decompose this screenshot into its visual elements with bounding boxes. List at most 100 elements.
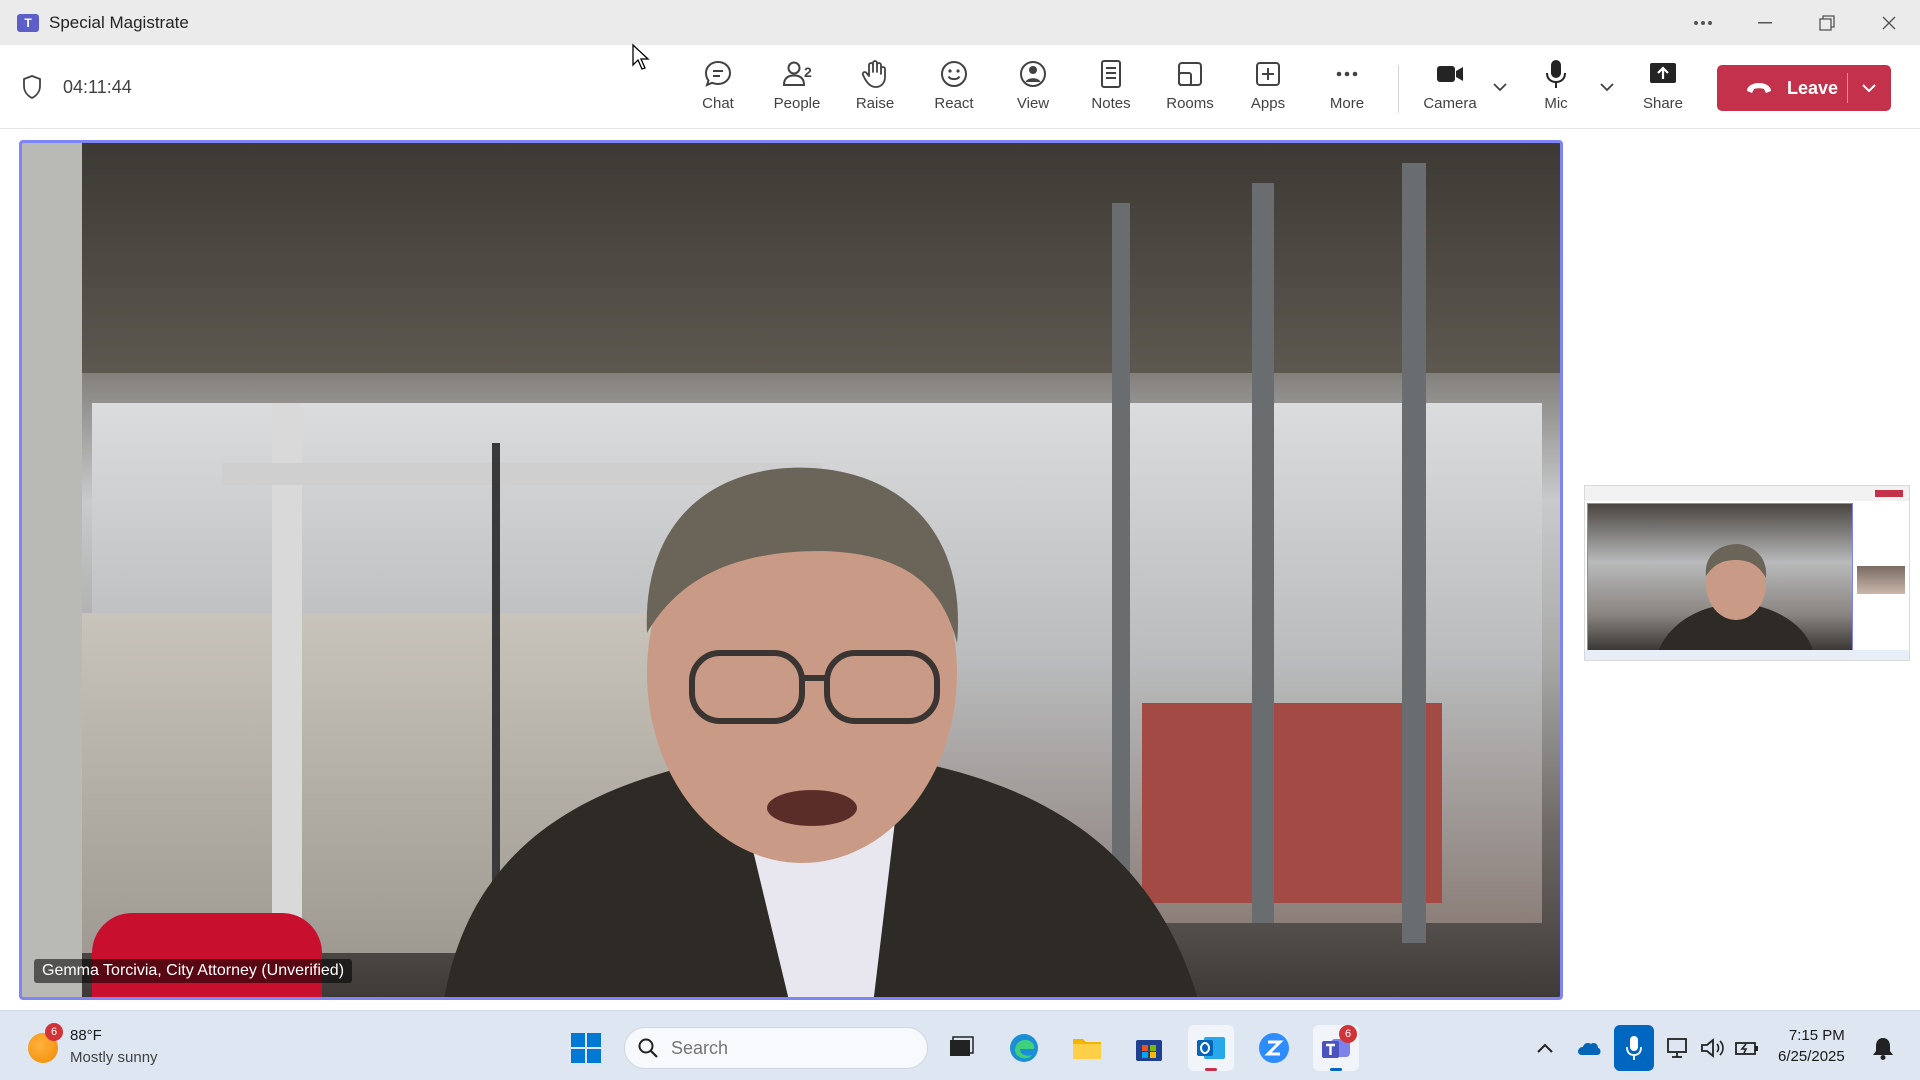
mic-label: Mic bbox=[1544, 95, 1568, 112]
preview-leave-indicator bbox=[1875, 490, 1903, 497]
network-button[interactable] bbox=[1666, 1035, 1692, 1061]
window-controls bbox=[1672, 0, 1920, 45]
more-icon bbox=[1336, 71, 1358, 77]
meeting-toolbar: 04:11:44 Chat 2 People Raise React View … bbox=[0, 45, 1920, 129]
video-concrete-column bbox=[22, 143, 82, 997]
clock-date: 6/25/2025 bbox=[1778, 1048, 1845, 1065]
restore-icon bbox=[1819, 14, 1835, 31]
mic-icon bbox=[1546, 60, 1566, 88]
network-monitor-icon bbox=[1667, 1038, 1687, 1058]
task-view-icon bbox=[950, 1036, 974, 1056]
taskbar-search-box[interactable] bbox=[624, 1027, 928, 1069]
task-view-button[interactable] bbox=[938, 1025, 984, 1071]
battery-charging-icon bbox=[1735, 1042, 1758, 1055]
teams-notification-badge: 6 bbox=[1339, 1025, 1357, 1043]
raise-hand-button[interactable]: Raise bbox=[839, 57, 911, 121]
weather-temperature[interactable]: 88°F bbox=[70, 1027, 102, 1044]
file-explorer-icon bbox=[1073, 1039, 1101, 1059]
minimize-icon bbox=[1758, 21, 1772, 23]
react-label: React bbox=[934, 95, 974, 112]
microphone-tray-icon bbox=[1626, 1036, 1642, 1060]
people-count: 2 bbox=[804, 64, 812, 80]
preview-toolbar bbox=[1585, 486, 1909, 501]
chat-icon bbox=[704, 60, 732, 87]
chat-button[interactable]: Chat bbox=[682, 57, 754, 121]
apps-button[interactable]: Apps bbox=[1232, 57, 1304, 121]
share-button[interactable]: Share bbox=[1627, 57, 1699, 121]
windows-taskbar: 6 88°F Mostly sunny 6 bbox=[0, 1010, 1920, 1080]
main-video-tile[interactable]: Gemma Torcivia, City Attorney (Unverifie… bbox=[19, 140, 1563, 1000]
more-label: More bbox=[1329, 95, 1365, 112]
battery-button[interactable] bbox=[1734, 1035, 1760, 1061]
shield-icon bbox=[23, 75, 41, 99]
video-red-chair bbox=[92, 913, 322, 997]
ellipsis-icon bbox=[1694, 20, 1712, 25]
mic-options-chevron-icon[interactable] bbox=[1597, 77, 1617, 97]
microphone-in-use-button[interactable] bbox=[1614, 1025, 1654, 1071]
leave-options-chevron-icon[interactable] bbox=[1859, 78, 1879, 98]
mic-button[interactable]: Mic bbox=[1520, 57, 1592, 121]
taskbar-search-input[interactable] bbox=[671, 1037, 891, 1059]
more-options-button[interactable] bbox=[1672, 0, 1734, 45]
react-icon bbox=[941, 61, 967, 87]
zoom-icon bbox=[1259, 1033, 1289, 1063]
rooms-button[interactable]: Rooms bbox=[1154, 57, 1226, 121]
notes-label: Notes bbox=[1091, 95, 1131, 112]
windows-start-icon[interactable] bbox=[570, 1032, 602, 1064]
hang-up-icon bbox=[1747, 83, 1771, 93]
more-button[interactable]: More bbox=[1311, 57, 1383, 121]
search-icon bbox=[638, 1038, 658, 1058]
close-button[interactable] bbox=[1858, 0, 1920, 45]
view-button[interactable]: View bbox=[997, 57, 1069, 121]
leave-button[interactable]: Leave bbox=[1717, 65, 1891, 111]
clock-time: 7:15 PM bbox=[1788, 1027, 1845, 1044]
store-button[interactable] bbox=[1126, 1025, 1172, 1071]
title-bar: T Special Magistrate bbox=[0, 0, 1920, 45]
teams-logo-icon: T bbox=[17, 13, 39, 32]
restore-button[interactable] bbox=[1796, 0, 1858, 45]
leave-separator bbox=[1847, 73, 1848, 103]
store-icon bbox=[1136, 1040, 1162, 1061]
preview-participant-figure bbox=[1658, 544, 1813, 652]
volume-button[interactable] bbox=[1700, 1035, 1726, 1061]
outlook-button[interactable] bbox=[1188, 1025, 1234, 1071]
apps-label: Apps bbox=[1250, 95, 1286, 112]
raise-label: Raise bbox=[855, 95, 895, 112]
view-label: View bbox=[1016, 95, 1050, 112]
speaker-icon bbox=[1701, 1038, 1724, 1058]
notification-bell-icon[interactable] bbox=[1870, 1035, 1896, 1061]
camera-options-chevron-icon[interactable] bbox=[1490, 77, 1510, 97]
edge-icon bbox=[1010, 1034, 1038, 1062]
outlook-active-indicator bbox=[1205, 1068, 1217, 1071]
shared-screen-preview[interactable] bbox=[1584, 485, 1910, 661]
teams-active-indicator bbox=[1330, 1068, 1342, 1071]
weather-condition[interactable]: Mostly sunny bbox=[70, 1049, 158, 1066]
minimize-button[interactable] bbox=[1734, 0, 1796, 45]
show-hidden-icons-button[interactable] bbox=[1532, 1035, 1558, 1061]
view-icon bbox=[1020, 61, 1046, 87]
camera-label: Camera bbox=[1423, 95, 1477, 112]
edge-button[interactable] bbox=[1001, 1025, 1047, 1071]
camera-icon bbox=[1437, 66, 1463, 82]
raise-hand-icon bbox=[861, 60, 886, 88]
toolbar-divider bbox=[1398, 65, 1399, 113]
apps-icon bbox=[1256, 62, 1280, 86]
react-button[interactable]: React bbox=[918, 57, 990, 121]
mouse-cursor-icon bbox=[632, 43, 650, 70]
people-label: People bbox=[773, 95, 821, 112]
system-clock[interactable]: 7:15 PM 6/25/2025 bbox=[1778, 1025, 1845, 1067]
notes-button[interactable]: Notes bbox=[1075, 57, 1147, 121]
people-button[interactable]: 2 People bbox=[761, 57, 833, 121]
participant-figure bbox=[444, 467, 1198, 997]
rooms-icon bbox=[1178, 62, 1202, 86]
chat-label: Chat bbox=[702, 95, 734, 112]
preview-taskbar bbox=[1585, 650, 1909, 660]
onedrive-cloud-icon bbox=[1578, 1043, 1601, 1055]
teams-button[interactable]: 6 bbox=[1313, 1025, 1359, 1071]
onedrive-button[interactable] bbox=[1576, 1035, 1602, 1061]
meeting-timer: 04:11:44 bbox=[63, 77, 132, 97]
outlook-icon bbox=[1197, 1037, 1225, 1059]
camera-button[interactable]: Camera bbox=[1414, 57, 1486, 121]
file-explorer-button[interactable] bbox=[1064, 1025, 1110, 1071]
zoom-button[interactable] bbox=[1251, 1025, 1297, 1071]
